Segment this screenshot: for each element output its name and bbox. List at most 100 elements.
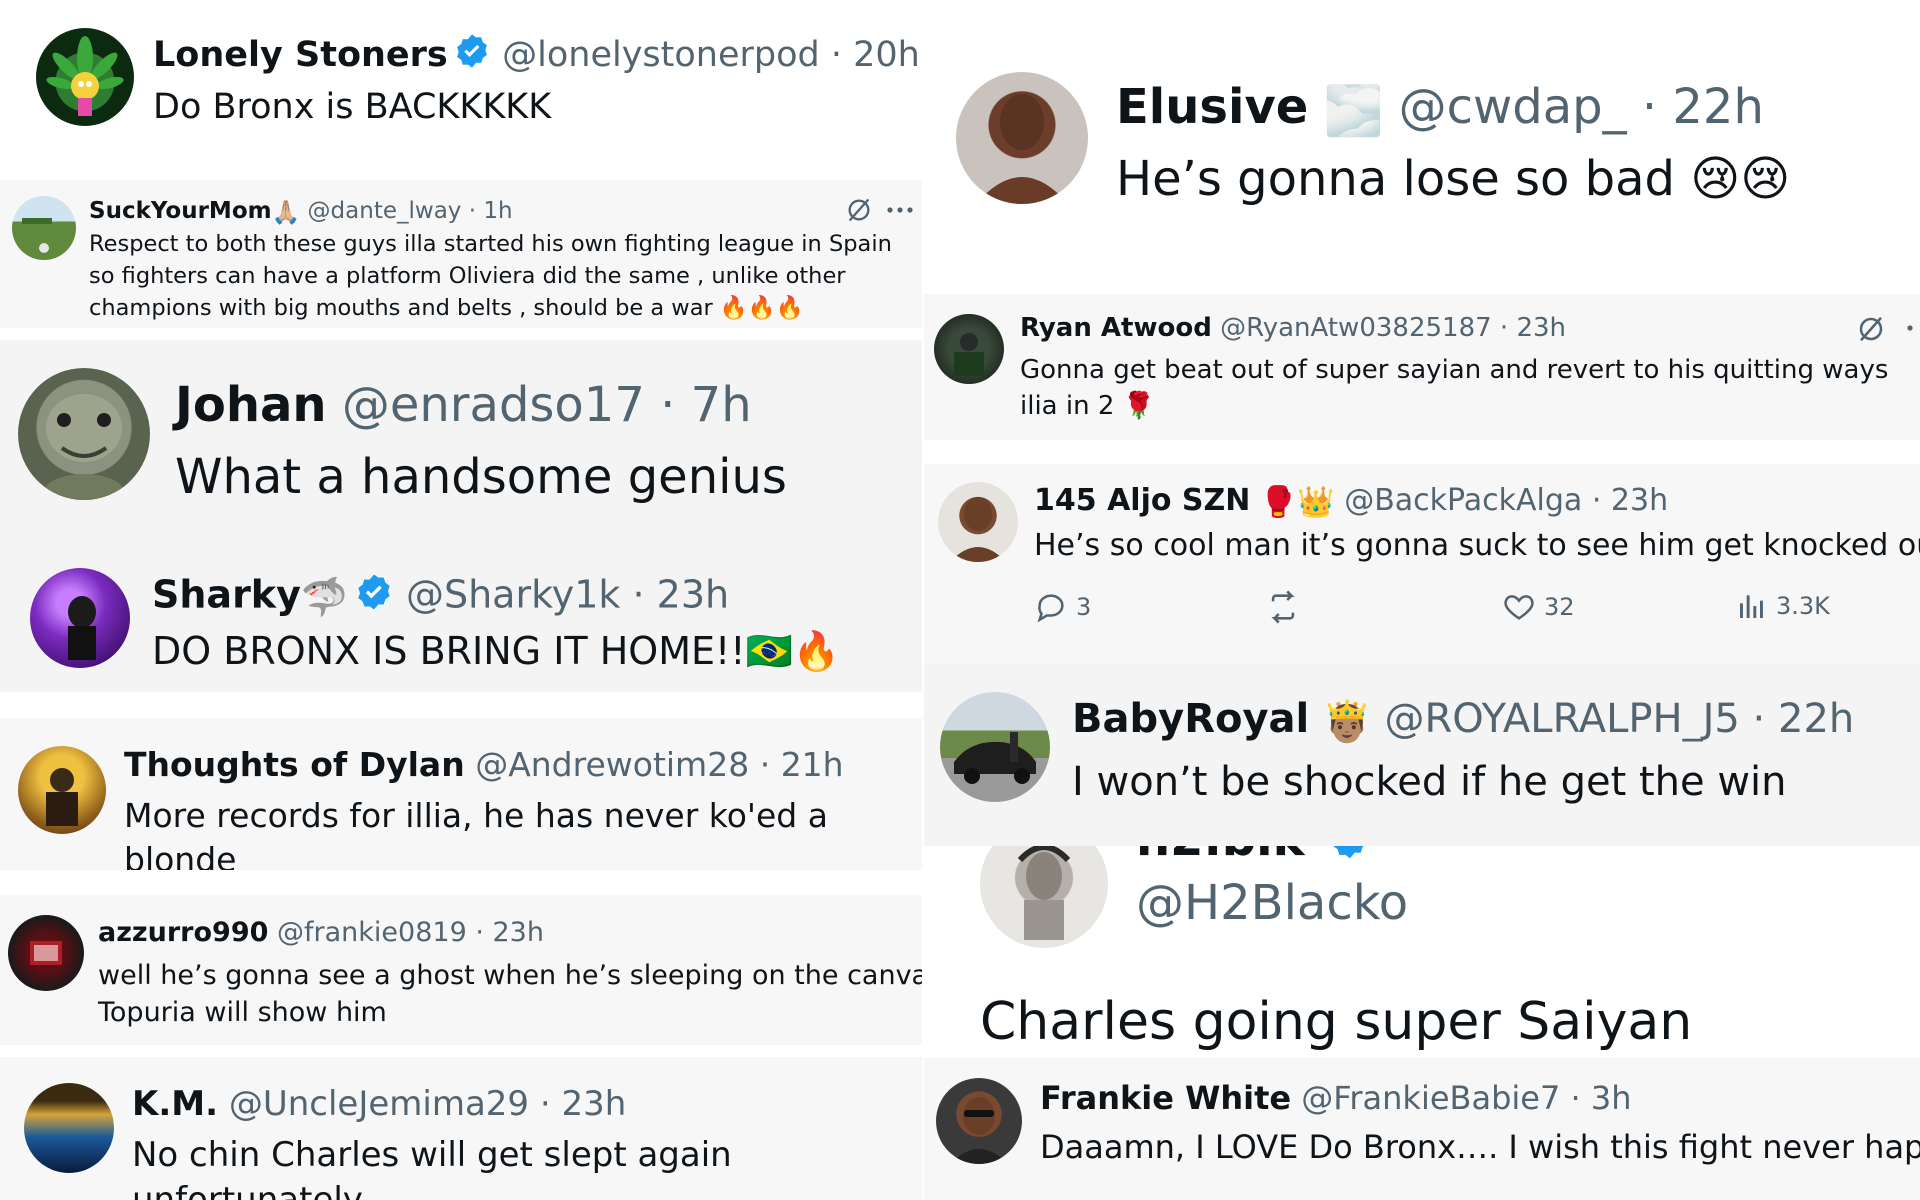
field-landscape-avatar[interactable]: [12, 196, 76, 260]
tweet-header: azzurro990 @frankie0819 · 23h: [98, 917, 544, 948]
author-handle[interactable]: @BackPackAlga: [1344, 483, 1582, 518]
tweet-time[interactable]: 21h: [781, 745, 844, 784]
tweet-time[interactable]: 3h: [1591, 1079, 1632, 1117]
author-handle[interactable]: @FrankieBabie7: [1301, 1079, 1560, 1117]
rose-emoji: 🌹: [1122, 391, 1156, 421]
grok-slash-icon[interactable]: [1854, 312, 1888, 346]
tweet-text: He’s so cool man it’s gonna suck to see …: [1034, 526, 1920, 566]
tweet-time[interactable]: 1h: [483, 198, 512, 224]
crying-emoji: 😢😢: [1690, 151, 1791, 207]
grok-slash-icon[interactable]: [843, 194, 875, 226]
tweet-text-line-1: well he’s gonna see a ghost when he’s sl…: [98, 960, 922, 991]
author-handle[interactable]: @Andrewotim28: [475, 745, 749, 784]
tweet-card[interactable]: BabyRoyal 🤴🏽 @ROYALRALPH_J5 · 22h I won’…: [924, 664, 1920, 846]
like-button[interactable]: 32: [1502, 590, 1575, 624]
tweet-card[interactable]: 145 Aljo SZN 🥊👑 @BackPackAlga · 23h He’s…: [924, 464, 1920, 664]
author-handle[interactable]: @Sharky1k: [406, 572, 620, 617]
tweet-time[interactable]: 23h: [562, 1084, 627, 1124]
reply-icon: [1037, 594, 1064, 623]
purple-concert-avatar[interactable]: [30, 568, 130, 668]
tweet-header: 145 Aljo SZN 🥊👑 @BackPackAlga · 23h: [1034, 483, 1669, 521]
views-button[interactable]: 3.3K: [1736, 590, 1830, 622]
tweet-card[interactable]: azzurro990 @frankie0819 · 23h well he’s …: [0, 895, 922, 1045]
tweet-text: He’s gonna lose so bad 😢😢: [1116, 148, 1790, 212]
dark-red-logo-avatar[interactable]: [8, 915, 84, 991]
tweet-header: BabyRoyal 🤴🏽 @ROYALRALPH_J5 · 22h: [1072, 696, 1855, 746]
tweet-card[interactable]: h2.blk @H2Blacko Charles going super Sai…: [924, 846, 1920, 1058]
tweet-card[interactable]: Frankie White @FrankieBabie7 · 3h Daaamn…: [924, 1058, 1920, 1200]
fire-emoji: 🔥🔥🔥: [719, 295, 804, 321]
author-name[interactable]: Lonely Stoners: [153, 35, 448, 75]
tweet-card[interactable]: K.M. @UncleJemima29 · 23h No chin Charle…: [0, 1057, 922, 1200]
sketch-portrait-avatar[interactable]: [980, 846, 1108, 948]
tweet-header: Frankie White @FrankieBabie7 · 3h: [1040, 1079, 1632, 1117]
author-handle[interactable]: @dante_lway: [308, 198, 462, 224]
author-name[interactable]: azzurro990: [98, 917, 268, 948]
author-name[interactable]: 145 Aljo SZN: [1034, 483, 1250, 518]
tweet-text: I won’t be shocked if he get the win: [1072, 759, 1787, 805]
fighter-headshot-avatar[interactable]: [938, 482, 1018, 562]
author-name[interactable]: K.M.: [132, 1084, 218, 1124]
verified-badge-icon: [453, 32, 491, 79]
car-photo-avatar[interactable]: [940, 692, 1050, 802]
author-name[interactable]: h2.blk: [1136, 846, 1305, 867]
tweet-text-line-2: Topuria will show him: [98, 997, 387, 1028]
tweet-time[interactable]: 23h: [493, 917, 544, 948]
tweet-time[interactable]: 23h: [1611, 483, 1668, 518]
author-name[interactable]: SuckYourMom: [89, 198, 272, 224]
tweet-header: Johan @enradso17 · 7h: [175, 377, 752, 433]
shark-emoji: 🦈: [300, 575, 349, 620]
tweet-time[interactable]: 22h: [1778, 696, 1854, 742]
more-options-icon[interactable]: [884, 194, 916, 226]
tweet-time[interactable]: 20h: [853, 35, 920, 75]
author-name[interactable]: BabyRoyal: [1072, 696, 1309, 742]
tweet-card[interactable]: Sharky🦈 @Sharky1k · 23h DO BRONX IS BRIN…: [0, 548, 922, 692]
author-handle[interactable]: @H2Blacko: [1136, 875, 1408, 931]
tweet-header: K.M. @UncleJemima29 · 23h: [132, 1084, 627, 1124]
author-handle[interactable]: @RyanAtw03825187: [1220, 313, 1492, 343]
tweet-card[interactable]: Ryan Atwood @RyanAtw03825187 · 23h Gonna…: [924, 294, 1920, 440]
turtle-avatar[interactable]: [18, 368, 150, 500]
tweet-card[interactable]: Elusive 🌫️ @cwdap_ · 22h He’s gonna lose…: [924, 30, 1920, 292]
name-emoji: 🙏🏼: [271, 199, 301, 226]
author-name[interactable]: Thoughts of Dylan: [124, 745, 465, 784]
tweet-text: Daaamn, I LOVE Do Bronx…. I wish this fi…: [1040, 1128, 1920, 1166]
cannabis-leaf-cartoon-avatar[interactable]: [36, 28, 134, 126]
fighter-gold-avatar[interactable]: [18, 746, 106, 834]
tweet-header: SuckYourMom🙏🏼 @dante_lway · 1h: [89, 198, 513, 226]
heart-icon: [1504, 595, 1534, 620]
tweet-text: Charles going super Saiyan: [980, 992, 1693, 1052]
tweet-card[interactable]: Thoughts of Dylan @Andrewotim28 · 21h Mo…: [0, 718, 922, 870]
author-name[interactable]: Frankie White: [1040, 1079, 1291, 1117]
tweet-card[interactable]: Johan @enradso17 · 7h What a handsome ge…: [0, 340, 922, 548]
tweet-text-content: He’s so cool man it’s gonna suck to see …: [1034, 528, 1920, 563]
tweet-time[interactable]: 23h: [1516, 313, 1566, 343]
tweet-header: Ryan Atwood @RyanAtw03825187 · 23h: [1020, 313, 1567, 343]
tweet-text: No chin Charles will get slept again unf…: [132, 1135, 732, 1200]
group-photo-avatar[interactable]: [934, 314, 1004, 384]
more-options-icon[interactable]: [1900, 318, 1920, 338]
tweet-time[interactable]: 22h: [1672, 79, 1764, 135]
author-handle[interactable]: @ROYALRALPH_J5: [1385, 696, 1740, 742]
tweet-card[interactable]: SuckYourMom🙏🏼 @dante_lway · 1h Respect t…: [0, 180, 922, 328]
prince-emoji: 🤴🏽: [1321, 699, 1372, 746]
repost-button[interactable]: [1264, 590, 1302, 624]
tweet-time[interactable]: 23h: [657, 572, 729, 617]
author-handle[interactable]: @enradso17: [342, 377, 645, 433]
author-handle[interactable]: @UncleJemima29: [229, 1084, 529, 1124]
author-handle[interactable]: @lonelystonerpod: [502, 35, 820, 75]
tweet-text-content: He’s gonna lose so bad: [1116, 151, 1675, 207]
author-name[interactable]: Sharky: [152, 572, 301, 617]
tweet-time[interactable]: 7h: [691, 377, 752, 433]
tweet-card[interactable]: Lonely Stoners @lonelystonerpod · 20h Do…: [0, 0, 922, 163]
reply-button[interactable]: 3: [1034, 590, 1091, 624]
fighter-portrait-avatar[interactable]: [956, 72, 1088, 204]
author-handle[interactable]: @cwdap_: [1399, 79, 1627, 135]
author-name[interactable]: Johan: [175, 377, 327, 433]
author-handle[interactable]: @frankie0819: [277, 917, 467, 948]
man-sunglasses-avatar[interactable]: [936, 1078, 1022, 1164]
blue-planet-avatar[interactable]: [24, 1083, 114, 1173]
author-name[interactable]: Ryan Atwood: [1020, 313, 1212, 343]
author-name[interactable]: Elusive: [1116, 79, 1308, 135]
tweet-text: Respect to both these guys illa started …: [89, 228, 909, 324]
